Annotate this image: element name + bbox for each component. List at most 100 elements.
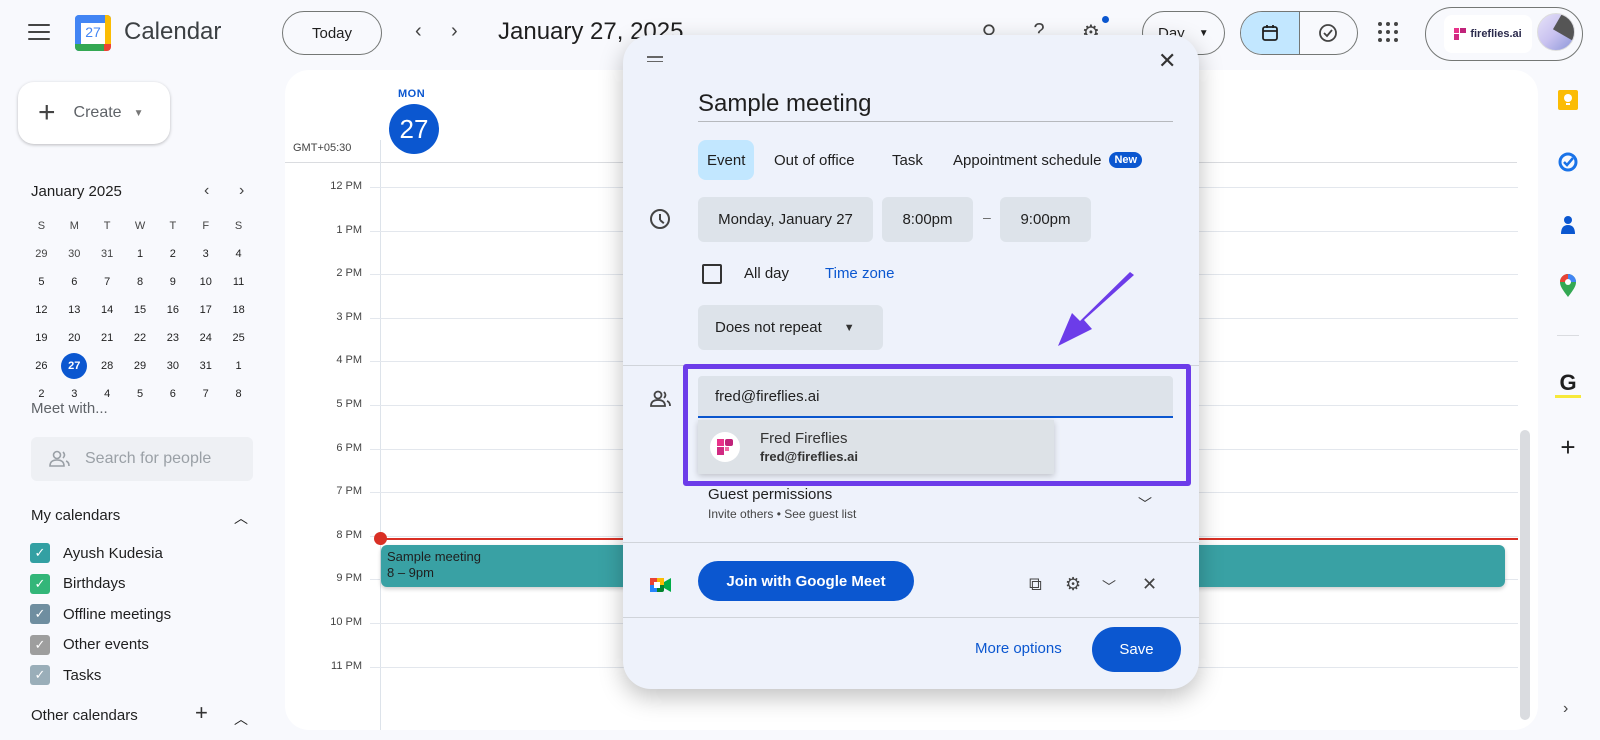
mini-calendar-next-button[interactable]: › [239,182,244,200]
account-avatar[interactable] [1537,13,1575,51]
mini-calendar-day[interactable]: 31 [91,248,124,260]
close-icon[interactable]: ✕ [1158,48,1176,74]
mini-calendar-day[interactable]: 6 [156,388,189,400]
mini-calendar-day[interactable]: 5 [124,388,157,400]
grammarly-icon[interactable]: G [1555,370,1581,398]
calendar-checkbox[interactable]: ✓ [30,634,50,655]
previous-day-button[interactable]: ‹ [415,20,422,43]
mini-calendar-day[interactable]: 27 [58,353,91,379]
mini-calendar-day[interactable]: 4 [91,388,124,400]
mini-calendar-day[interactable]: 1 [124,248,157,260]
mini-calendar-day[interactable]: 30 [156,360,189,372]
mini-calendar-day[interactable]: 21 [91,332,124,344]
mini-calendar-day[interactable]: 11 [222,276,255,288]
meet-settings-icon[interactable]: ⚙ [1065,574,1081,595]
main-menu-button[interactable] [28,24,50,40]
all-day-checkbox[interactable] [702,264,722,284]
mini-calendar-day[interactable]: 29 [124,360,157,372]
save-button[interactable]: Save [1092,627,1181,672]
mini-calendar-day[interactable]: 25 [222,332,255,344]
mini-calendar-day[interactable]: 29 [25,248,58,260]
calendar-checkbox[interactable]: ✓ [30,573,50,594]
join-google-meet-button[interactable]: Join with Google Meet [698,561,914,601]
time-zone-link[interactable]: Time zone [825,265,894,282]
mini-calendar-day[interactable]: 17 [189,304,222,316]
start-time-picker[interactable]: 8:00pm [882,197,973,242]
collapse-my-calendars-icon[interactable]: ︿ [234,508,248,528]
mini-calendar-day[interactable]: 9 [156,276,189,288]
mini-calendar-day[interactable]: 6 [58,276,91,288]
calendar-view-icon[interactable] [1241,12,1300,54]
calendar-item[interactable]: ✓ Other events [30,634,149,655]
contacts-icon[interactable] [1555,212,1581,238]
event-title-input[interactable] [698,86,1173,122]
calendar-checkbox[interactable]: ✓ [30,665,50,685]
mini-calendar-day[interactable]: 30 [58,248,91,260]
mini-calendar-day[interactable]: 22 [124,332,157,344]
mini-calendar-day[interactable]: 2 [25,388,58,400]
tab-appointment-schedule[interactable]: Appointment schedule New [944,140,1151,180]
end-time-picker[interactable]: 9:00pm [1000,197,1091,242]
tab-out-of-office[interactable]: Out of office [765,140,864,180]
add-calendar-icon[interactable]: + [195,700,208,726]
mini-calendar-day[interactable]: 12 [25,304,58,316]
mini-calendar-day[interactable]: 3 [189,248,222,260]
remove-meet-icon[interactable]: ✕ [1142,574,1157,595]
scrollbar[interactable] [1520,430,1530,720]
calendar-checkbox[interactable]: ✓ [30,604,50,624]
mini-calendar-day[interactable]: 8 [222,388,255,400]
keep-icon[interactable] [1555,87,1581,113]
mini-calendar-day[interactable]: 26 [25,360,58,372]
caret-down-icon: ▼ [843,321,855,334]
mini-calendar-day[interactable]: 23 [156,332,189,344]
drag-handle-icon[interactable] [647,56,663,64]
maps-icon[interactable] [1555,273,1581,299]
more-options-link[interactable]: More options [975,640,1062,657]
google-apps-icon[interactable] [1378,22,1398,42]
calendar-item[interactable]: ✓ Ayush Kudesia [30,543,163,563]
tasks-icon[interactable] [1555,149,1581,175]
calendar-item[interactable]: ✓ Tasks [30,665,101,685]
add-addon-icon[interactable]: + [1555,432,1581,462]
calendar-checkbox[interactable]: ✓ [30,543,50,563]
today-button[interactable]: Today [282,11,382,55]
tab-task[interactable]: Task [883,140,932,180]
expand-panel-icon[interactable]: › [1563,700,1568,718]
date-picker[interactable]: Monday, January 27 [698,197,873,242]
mini-calendar-prev-button[interactable]: ‹ [204,182,209,200]
mini-calendar-day[interactable]: 28 [91,360,124,372]
mini-calendar-day[interactable]: 10 [189,276,222,288]
copy-icon[interactable]: ⧉ [1029,574,1042,595]
calendar-item[interactable]: ✓ Offline meetings [30,604,171,624]
create-button[interactable]: + Create ▼ [18,82,170,144]
day-number[interactable]: 27 [389,104,439,154]
mini-calendar-day[interactable]: 20 [58,332,91,344]
mini-calendar-day[interactable]: 14 [91,304,124,316]
mini-calendar-day[interactable]: 4 [222,248,255,260]
mini-calendar-day[interactable]: 18 [222,304,255,316]
collapse-other-calendars-icon[interactable]: ︿ [234,709,248,729]
mini-calendar-day[interactable]: 13 [58,304,91,316]
mini-calendar-day[interactable]: 5 [25,276,58,288]
mini-calendar-day[interactable]: 15 [124,304,157,316]
mini-calendar-day[interactable]: 1 [222,360,255,372]
mini-calendar-day[interactable]: 7 [189,388,222,400]
mini-calendar-day[interactable]: 3 [58,388,91,400]
tasks-view-icon[interactable] [1300,12,1358,54]
calendar-item[interactable]: ✓ Birthdays [30,573,126,594]
mini-calendar-day[interactable]: 19 [25,332,58,344]
search-people-input[interactable]: Search for people [31,437,253,481]
next-day-button[interactable]: › [451,20,458,43]
mini-calendar-day[interactable]: 7 [91,276,124,288]
mini-calendar-day[interactable]: 2 [156,248,189,260]
dialog-divider [623,542,1199,543]
mini-calendar-day[interactable]: 31 [189,360,222,372]
repeat-select[interactable]: Does not repeat ▼ [698,305,883,350]
meet-options-chevron-icon[interactable]: ﹀ [1102,577,1116,597]
mini-calendar-day[interactable]: 24 [189,332,222,344]
view-toggle[interactable] [1240,11,1358,55]
expand-guest-permissions-icon[interactable]: ﹀ [1138,494,1152,514]
mini-calendar-day[interactable]: 8 [124,276,157,288]
mini-calendar-day[interactable]: 16 [156,304,189,316]
tab-event[interactable]: Event [698,140,755,180]
